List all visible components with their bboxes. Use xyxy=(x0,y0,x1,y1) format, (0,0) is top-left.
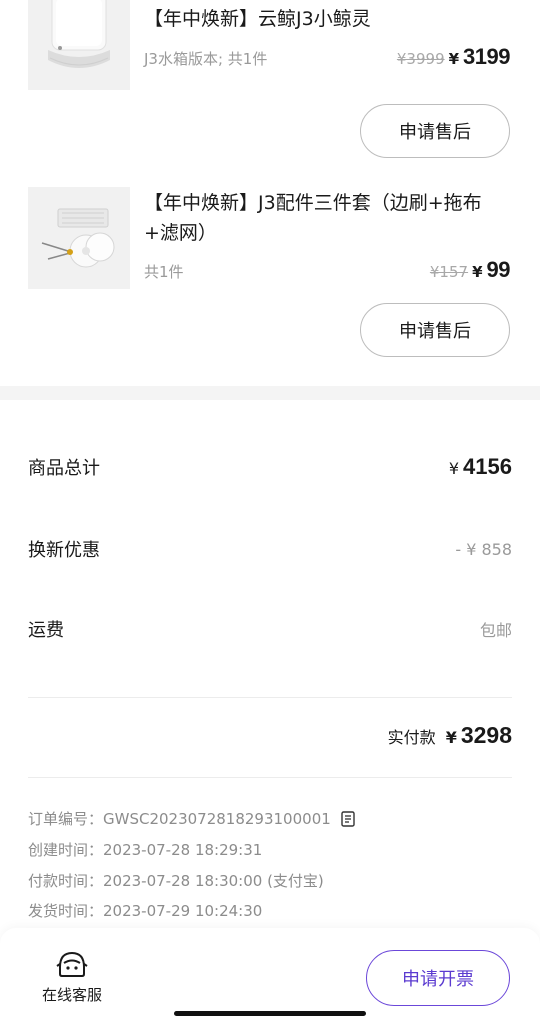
copy-icon[interactable] xyxy=(341,810,355,827)
after-sales-button[interactable]: 申请售后 xyxy=(360,104,510,158)
divider xyxy=(28,777,512,778)
paid-amount-row: 实付款 ¥ 3298 xyxy=(388,722,512,749)
product-spec: 共1件 xyxy=(144,263,184,281)
payment-time-row: 付款时间：2023-07-28 18:30:00 (支付宝) xyxy=(28,872,324,890)
section-divider xyxy=(0,386,540,400)
divider xyxy=(28,697,512,698)
goods-total-label: 商品总计 xyxy=(28,458,100,479)
created-time-row: 创建时间：2023-07-28 18:29:31 xyxy=(28,841,263,859)
product-price: ¥157 ¥ 99 xyxy=(429,257,511,283)
currency-symbol: ¥ xyxy=(445,728,457,747)
customer-service-button[interactable]: 在线客服 xyxy=(36,950,108,1005)
after-sales-button[interactable]: 申请售后 xyxy=(360,303,510,357)
discount-value: - ¥ 858 xyxy=(455,539,512,559)
product-price: ¥3999 ¥ 3199 xyxy=(396,44,511,70)
goods-total-row: 商品总计 ¥ 4156 xyxy=(28,454,512,480)
original-price: ¥157 xyxy=(429,263,469,281)
customer-service-label: 在线客服 xyxy=(41,986,102,1004)
paid-label: 实付款 xyxy=(387,728,436,747)
product-title[interactable]: 【年中焕新】J3配件三件套（边刷+拖布+滤网） xyxy=(144,188,514,248)
shipping-value: 包邮 xyxy=(479,621,512,640)
home-indicator[interactable] xyxy=(174,1011,366,1016)
paid-amount: 3298 xyxy=(460,722,512,748)
customer-service-icon xyxy=(56,951,88,977)
original-price: ¥3999 xyxy=(396,50,445,68)
currency-symbol: ¥ xyxy=(448,50,460,68)
product-title[interactable]: 【年中焕新】云鲸J3小鲸灵 xyxy=(144,4,514,34)
currency-symbol: ¥ xyxy=(472,263,483,281)
shipping-row: 运费 包邮 xyxy=(28,616,512,642)
current-price: 3199 xyxy=(463,44,510,69)
paid-value: ¥ 3298 xyxy=(446,722,512,749)
shipping-time-row: 发货时间：2023-07-29 10:24:30 xyxy=(28,902,263,920)
order-number: 订单编号：GWSC2023072818293100001 xyxy=(28,810,331,828)
discount-row: 换新优惠 - ¥ 858 xyxy=(28,536,512,562)
product-spec: J3水箱版本; 共1件 xyxy=(144,50,268,68)
product-image[interactable] xyxy=(28,0,130,90)
current-price: 99 xyxy=(486,257,511,282)
apply-invoice-button[interactable]: 申请开票 xyxy=(366,950,510,1006)
currency-symbol: ¥ xyxy=(448,459,460,478)
goods-total-amount: 4156 xyxy=(463,454,512,479)
order-number-row: 订单编号：GWSC2023072818293100001 xyxy=(28,808,355,829)
discount-label: 换新优惠 xyxy=(28,540,100,561)
goods-total-value: ¥ 4156 xyxy=(449,454,512,480)
shipping-label: 运费 xyxy=(28,620,64,641)
product-image[interactable] xyxy=(28,187,130,289)
